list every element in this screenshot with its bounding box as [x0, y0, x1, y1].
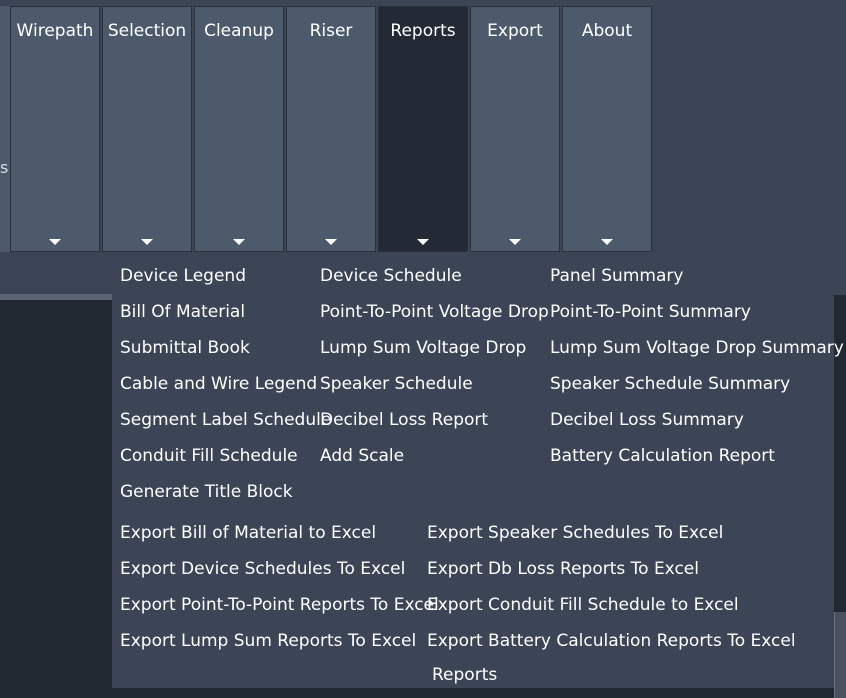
- menu-item-decibel-loss-report[interactable]: Decibel Loss Report: [320, 409, 488, 431]
- chevron-down-icon: [509, 239, 521, 245]
- tab-cleanup[interactable]: Cleanup: [194, 6, 284, 252]
- chevron-down-icon: [417, 239, 429, 245]
- menu-item-export-speaker-schedules[interactable]: Export Speaker Schedules To Excel: [427, 522, 723, 544]
- tab-export[interactable]: Export: [470, 6, 560, 252]
- divider: [0, 294, 112, 300]
- bottom-strip: [112, 688, 834, 698]
- chevron-down-icon: [141, 239, 153, 245]
- menu-item-p2p-summary[interactable]: Point-To-Point Summary: [550, 301, 751, 323]
- menu-item-p2p-voltage-drop[interactable]: Point-To-Point Voltage Drop: [320, 301, 549, 323]
- menu-item-export-lump-sum-reports[interactable]: Export Lump Sum Reports To Excel: [120, 630, 416, 652]
- menu-item-add-scale[interactable]: Add Scale: [320, 445, 404, 467]
- menu-item-bill-of-material[interactable]: Bill Of Material: [120, 301, 245, 323]
- chevron-down-icon: [49, 239, 61, 245]
- tab-label: Export: [487, 21, 543, 41]
- menu-item-export-conduit-fill[interactable]: Export Conduit Fill Schedule to Excel: [427, 594, 739, 616]
- menu-item-segment-label-schedule[interactable]: Segment Label Schedule: [120, 409, 331, 431]
- menu-item-speaker-schedule[interactable]: Speaker Schedule: [320, 373, 473, 395]
- tab-wirepath[interactable]: Wirepath: [10, 6, 100, 252]
- menu-item-speaker-schedule-summary[interactable]: Speaker Schedule Summary: [550, 373, 790, 395]
- tab-riser[interactable]: Riser: [286, 6, 376, 252]
- menu-item-panel-summary[interactable]: Panel Summary: [550, 265, 683, 287]
- menu-item-device-schedule[interactable]: Device Schedule: [320, 265, 462, 287]
- menu-item-battery-calc-report[interactable]: Battery Calculation Report: [550, 445, 775, 467]
- menu-item-decibel-loss-summary[interactable]: Decibel Loss Summary: [550, 409, 744, 431]
- tab-label: Selection: [107, 21, 187, 41]
- tab-label: About: [581, 21, 633, 41]
- tab-about[interactable]: About: [562, 6, 652, 252]
- tab-label: Cleanup: [204, 21, 274, 41]
- tab-label: Reports: [390, 21, 456, 41]
- menu-item-export-db-loss-reports[interactable]: Export Db Loss Reports To Excel: [427, 558, 699, 580]
- tab-selection[interactable]: Selection: [102, 6, 192, 252]
- menu-item-submittal-book[interactable]: Submittal Book: [120, 337, 250, 359]
- ribbon-edge-text: s: [0, 158, 9, 177]
- menu-item-export-p2p-reports[interactable]: Export Point-To-Point Reports To Excel: [120, 594, 439, 616]
- chevron-down-icon: [325, 239, 337, 245]
- chevron-down-icon: [233, 239, 245, 245]
- menu-item-export-bom[interactable]: Export Bill of Material to Excel: [120, 522, 376, 544]
- chevron-down-icon: [601, 239, 613, 245]
- menu-item-device-legend[interactable]: Device Legend: [120, 265, 246, 287]
- tab-label: Wirepath: [16, 21, 94, 41]
- menu-item-export-battery-calc[interactable]: Export Battery Calculation Reports To Ex…: [427, 630, 796, 652]
- menu-item-cable-wire-legend[interactable]: Cable and Wire Legend: [120, 373, 317, 395]
- menu-item-conduit-fill-schedule[interactable]: Conduit Fill Schedule: [120, 445, 298, 467]
- scrollbar[interactable]: [834, 612, 846, 698]
- menu-item-lump-sum-summary[interactable]: Lump Sum Voltage Drop Summary: [550, 337, 844, 359]
- reports-dropdown-panel: Device Legend Bill Of Material Submittal…: [112, 255, 844, 688]
- menu-item-lump-sum-voltage-drop[interactable]: Lump Sum Voltage Drop: [320, 337, 526, 359]
- panel-caption: Reports: [432, 665, 498, 685]
- tab-reports[interactable]: Reports: [378, 6, 468, 252]
- menu-item-generate-title-block[interactable]: Generate Title Block: [120, 481, 293, 503]
- menu-item-export-device-schedules[interactable]: Export Device Schedules To Excel: [120, 558, 405, 580]
- tab-label: Riser: [309, 21, 353, 41]
